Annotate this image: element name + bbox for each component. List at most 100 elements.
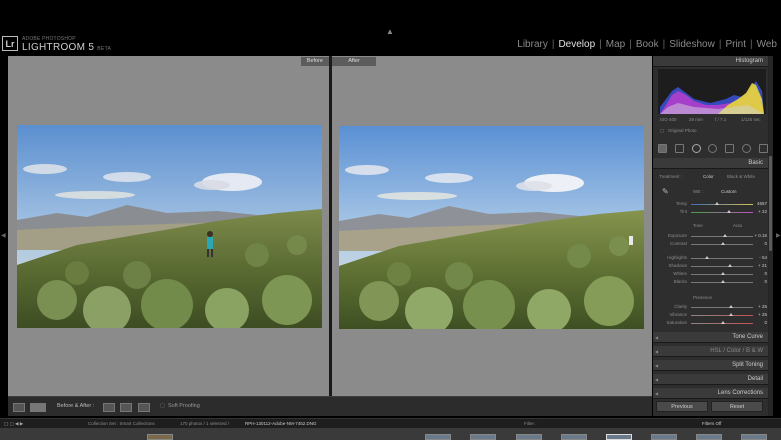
swap-settings-button[interactable] — [138, 403, 150, 412]
vibrance-slider[interactable] — [691, 313, 753, 316]
copy-before-to-after-button[interactable] — [103, 403, 115, 412]
saturation-slider[interactable] — [691, 321, 753, 324]
right-panel-toggle-icon[interactable]: ▶ — [776, 232, 781, 239]
filmstrip-thumbnail[interactable] — [696, 434, 722, 440]
detail-header[interactable]: ◀ Detail ◀ — [653, 374, 773, 385]
grid-icon[interactable] — [658, 143, 667, 153]
tint-knob[interactable] — [727, 210, 731, 213]
exposure-slider[interactable] — [691, 234, 753, 237]
highlights-slider[interactable] — [691, 256, 753, 259]
scroll-thumb[interactable] — [769, 156, 772, 251]
hsl-header[interactable]: ◀ HSL / Color / B & W ◀ — [653, 346, 773, 357]
saturation-value[interactable]: 0 — [764, 320, 767, 325]
collapse-top-panel-icon[interactable]: ▲ — [386, 27, 394, 36]
tint-slider[interactable] — [691, 210, 753, 213]
tone-curve-header[interactable]: ◀ Tone Curve ◀ — [653, 332, 773, 343]
filmstrip-thumbnail[interactable] — [147, 434, 173, 440]
vibrance-label: Vibrance — [669, 312, 687, 317]
after-photo[interactable] — [339, 126, 644, 329]
tone-auto-button[interactable]: Auto — [733, 223, 742, 228]
selected-filename[interactable]: RPH-130112-Adobe-NM-7452.DNG — [245, 421, 316, 426]
treatment-bw-option[interactable]: Black & White — [727, 174, 755, 179]
collection-source[interactable]: Collection Set : Smart Collections — [88, 421, 155, 426]
loupe-view-button[interactable] — [13, 403, 25, 412]
temp-knob[interactable] — [715, 202, 719, 205]
blacks-slider[interactable] — [691, 280, 753, 283]
highlights-knob[interactable] — [705, 256, 709, 259]
spot-removal-icon[interactable] — [691, 143, 701, 153]
crop-icon[interactable] — [674, 143, 684, 153]
treatment-color-option[interactable]: Color — [703, 174, 714, 179]
clarity-slider[interactable] — [691, 305, 753, 308]
vibrance-knob[interactable] — [729, 313, 733, 316]
shadows-knob[interactable] — [728, 264, 732, 267]
whites-knob[interactable] — [721, 272, 725, 275]
filmstrip-thumbnail-selected[interactable] — [606, 434, 632, 440]
panel-switch-icon[interactable]: ◀ — [655, 377, 658, 382]
previous-button[interactable]: Previous — [656, 401, 708, 412]
lens-corrections-header[interactable]: ◀ Lens Corrections ◀ — [653, 388, 773, 399]
vibrance-value[interactable]: + 25 — [758, 312, 767, 317]
whites-slider[interactable] — [691, 272, 753, 275]
panel-switch-icon[interactable]: ◀ — [655, 349, 658, 354]
filmstrip-thumbnail[interactable] — [425, 434, 451, 440]
module-book[interactable]: Book — [636, 39, 659, 50]
panel-scrollbar[interactable] — [768, 56, 773, 416]
module-develop[interactable]: Develop — [558, 39, 595, 50]
shadows-slider[interactable] — [691, 264, 753, 267]
filter-dropdown[interactable]: Filters Off — [702, 421, 721, 426]
panel-switch-icon[interactable]: ◀ — [655, 391, 658, 396]
reset-button[interactable]: Reset — [711, 401, 763, 412]
whites-value[interactable]: 0 — [764, 271, 767, 276]
module-separator: | — [599, 39, 602, 50]
panel-switch-icon[interactable]: ◀ — [655, 335, 658, 340]
shadows-value[interactable]: + 21 — [758, 263, 767, 268]
histogram-header[interactable]: Histogram ▼ — [653, 56, 773, 67]
adjustment-brush-icon[interactable] — [758, 143, 768, 153]
module-slideshow[interactable]: Slideshow — [669, 39, 715, 50]
clarity-knob[interactable] — [729, 305, 733, 308]
blacks-knob[interactable] — [721, 280, 725, 283]
panel-switch-icon[interactable]: ◀ — [655, 363, 658, 368]
graduated-filter-icon[interactable] — [725, 143, 735, 153]
presence-label: Presence — [693, 295, 713, 300]
basic-panel-header[interactable]: Basic ▼ — [653, 158, 773, 169]
filmstrip-bar: ▢ ▢ ◀ ▶ Collection Set : Smart Collectio… — [0, 418, 781, 428]
wb-dropdown[interactable]: Custom — [721, 189, 737, 194]
module-map[interactable]: Map — [606, 39, 625, 50]
filmstrip-thumbnail[interactable] — [516, 434, 542, 440]
filmstrip-thumbnail[interactable] — [741, 434, 767, 440]
highlights-value[interactable]: - 54 — [759, 255, 767, 260]
exposure-knob[interactable] — [723, 234, 727, 237]
filmstrip-thumbnail[interactable] — [561, 434, 587, 440]
split-toning-header[interactable]: ◀ Split Toning ◀ — [653, 360, 773, 371]
contrast-knob[interactable] — [721, 242, 725, 245]
filmstrip-thumbnail[interactable] — [651, 434, 677, 440]
module-library[interactable]: Library — [517, 39, 548, 50]
contrast-value[interactable]: 0 — [764, 241, 767, 246]
whites-label: Whites — [673, 271, 687, 276]
module-web[interactable]: Web — [757, 39, 777, 50]
histogram — [658, 69, 766, 114]
blacks-value[interactable]: 0 — [764, 279, 767, 284]
soft-proofing-checkbox[interactable]: ▢ — [160, 403, 165, 409]
module-print[interactable]: Print — [725, 39, 746, 50]
before-after-view-button[interactable] — [30, 403, 46, 412]
exposure-value[interactable]: + 0.15 — [754, 233, 767, 238]
saturation-knob[interactable] — [721, 321, 725, 324]
filmstrip-thumbnail[interactable] — [470, 434, 496, 440]
original-photo-checkbox[interactable]: ▢ — [660, 128, 664, 134]
white-balance-picker-icon[interactable]: ✎ — [662, 187, 670, 197]
red-eye-icon[interactable] — [708, 143, 718, 153]
before-label: Before — [300, 57, 329, 66]
tint-value[interactable]: + 22 — [758, 209, 767, 214]
temp-value[interactable]: 4657 — [757, 201, 767, 206]
before-photo[interactable] — [17, 125, 322, 328]
clarity-value[interactable]: + 25 — [758, 304, 767, 309]
filmstrip-view-icons[interactable]: ▢ ▢ ◀ ▶ — [4, 421, 23, 427]
copy-after-to-before-button[interactable] — [120, 403, 132, 412]
contrast-slider[interactable] — [691, 242, 753, 245]
left-panel-toggle-icon[interactable]: ◀ — [1, 232, 6, 239]
temp-slider[interactable] — [691, 202, 753, 205]
radial-filter-icon[interactable] — [742, 143, 752, 153]
